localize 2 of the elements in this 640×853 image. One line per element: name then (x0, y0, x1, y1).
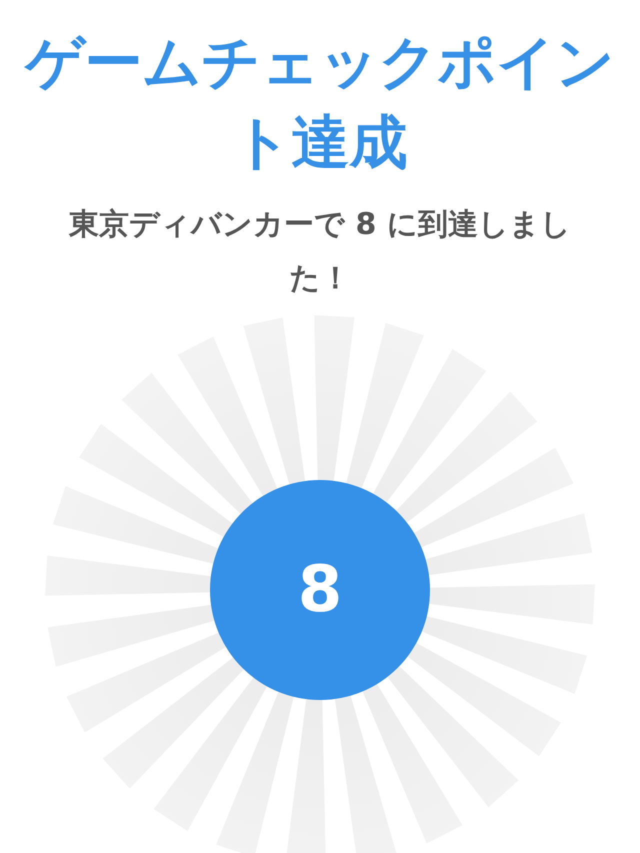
page-title: ゲームチェックポイント達成 (23, 27, 616, 178)
achievement-message: 東京ディバンカーで 8 に到達しました！ (68, 206, 572, 298)
